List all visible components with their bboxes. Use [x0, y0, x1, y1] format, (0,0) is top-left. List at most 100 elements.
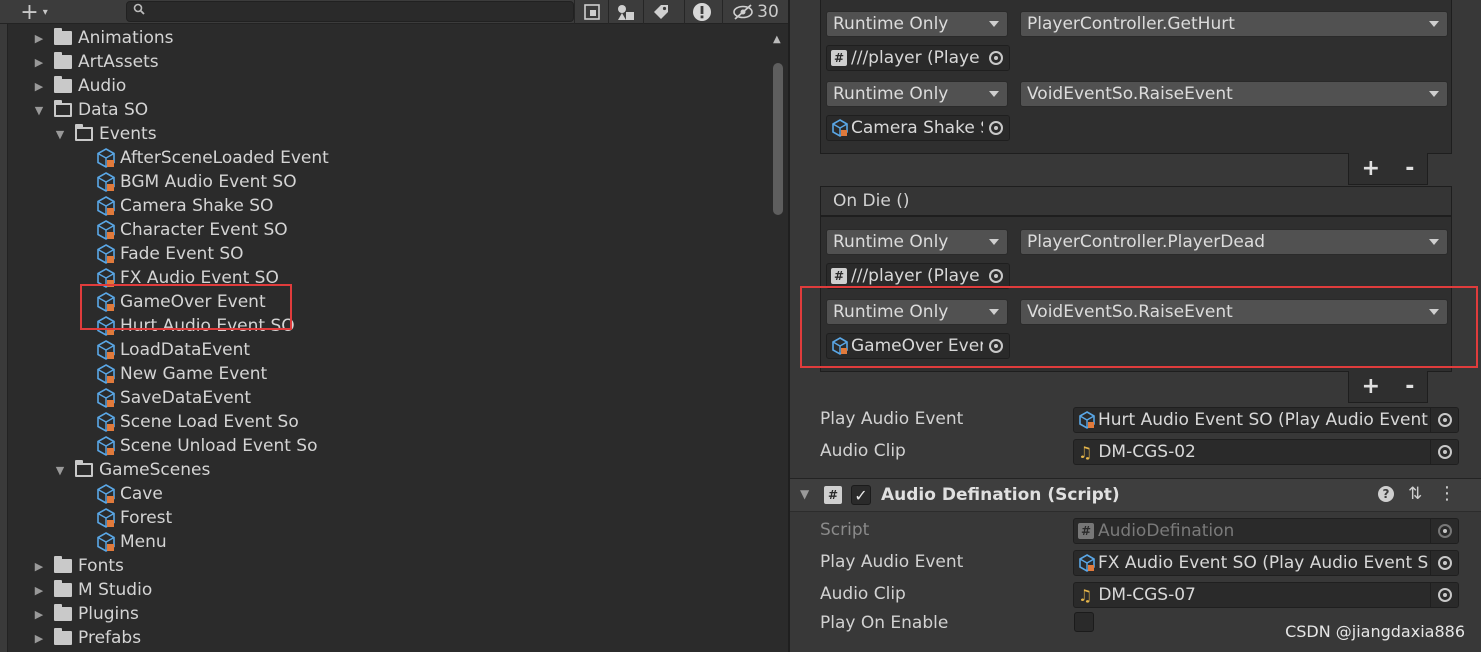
tree-asset[interactable]: Scene Unload Event So	[96, 434, 317, 458]
scroll-thumb[interactable]	[773, 63, 783, 215]
tree-folder[interactable]: ▼ Data SO	[32, 98, 148, 122]
label-tag-icon[interactable]	[643, 0, 677, 24]
tree-asset[interactable]: Scene Load Event So	[96, 410, 299, 434]
listener-mode-label: Runtime Only	[833, 84, 949, 104]
expand-arrow-closed-icon[interactable]: ▶	[32, 583, 46, 597]
play-audio-event-field[interactable]: FX Audio Event SO (Play Audio Event S	[1073, 550, 1459, 576]
expand-arrow-closed-icon[interactable]: ▶	[32, 31, 46, 45]
folder-icon	[54, 556, 72, 573]
listener-target-field[interactable]: Camera Shake S	[826, 115, 1010, 141]
expand-arrow-closed-icon[interactable]: ▶	[32, 559, 46, 573]
expand-arrow-closed-icon[interactable]: ▶	[32, 631, 46, 645]
object-picker-icon[interactable]	[983, 264, 1009, 288]
hidden-packages-toggle[interactable]: 30	[722, 0, 788, 24]
play-audio-event-value: FX Audio Event SO (Play Audio Event S	[1098, 553, 1429, 573]
expand-arrow-open-icon[interactable]: ▼	[53, 463, 67, 477]
audio-clip-field[interactable]: ♫ DM-CGS-07	[1073, 582, 1459, 608]
scriptable-object-icon	[96, 436, 120, 456]
warning-icon[interactable]	[684, 0, 718, 24]
tree-folder[interactable]: ▶ Fonts	[32, 554, 124, 578]
scroll-up-icon[interactable]: ▲	[773, 34, 781, 45]
scene-view-icon[interactable]	[608, 0, 642, 24]
object-picker-icon[interactable]	[983, 46, 1009, 70]
add-listener-button[interactable]: +	[1362, 374, 1380, 399]
listener-target-label: ///player (Playe	[851, 48, 980, 68]
listener-mode-dropdown[interactable]: Runtime Only	[826, 229, 1008, 255]
tree-asset[interactable]: Character Event SO	[96, 218, 288, 242]
expand-arrow-open-icon[interactable]: ▼	[53, 127, 67, 141]
folder-open-icon	[75, 124, 93, 141]
tree-asset[interactable]: Fade Event SO	[96, 242, 244, 266]
expand-arrow-open-icon[interactable]: ▼	[32, 103, 46, 117]
tree-asset[interactable]: New Game Event	[96, 362, 267, 386]
scriptable-object-icon	[1079, 411, 1095, 429]
tree-folder[interactable]: ▶ ArtAssets	[32, 50, 159, 74]
tree-item-label: Menu	[120, 532, 167, 552]
check-icon: ✓	[854, 485, 868, 505]
tree-asset[interactable]: Cave	[96, 482, 163, 506]
chevron-down-icon	[989, 21, 999, 27]
tree-item-label: Audio	[78, 76, 127, 96]
more-menu-icon[interactable]: ⋮	[1438, 483, 1456, 504]
tree-item-label: Animations	[78, 28, 174, 48]
search-by-type-icon[interactable]	[574, 0, 608, 24]
folder-icon	[54, 628, 72, 645]
chevron-down-icon	[989, 239, 999, 245]
scriptable-object-icon	[96, 244, 120, 264]
tree-asset[interactable]: SaveDataEvent	[96, 386, 251, 410]
play-on-enable-checkbox[interactable]	[1074, 612, 1094, 632]
tree-item-label: ArtAssets	[78, 52, 159, 72]
object-picker-icon[interactable]	[1430, 551, 1458, 575]
play-audio-event-field[interactable]: Hurt Audio Event SO (Play Audio Event	[1073, 407, 1459, 433]
expand-arrow-closed-icon[interactable]: ▶	[32, 55, 46, 69]
tree-asset[interactable]: LoadDataEvent	[96, 338, 250, 362]
tree-asset[interactable]: Camera Shake SO	[96, 194, 273, 218]
object-picker-icon[interactable]	[983, 116, 1009, 140]
folder-icon	[54, 52, 72, 69]
tree-asset[interactable]: BGM Audio Event SO	[96, 170, 297, 194]
tree-folder[interactable]: ▶ Animations	[32, 26, 174, 50]
tree-asset[interactable]: AfterSceneLoaded Event	[96, 146, 329, 170]
listener-function-dropdown[interactable]: PlayerController.GetHurt	[1020, 11, 1448, 37]
folder-open-icon	[75, 460, 93, 477]
object-picker-icon[interactable]	[1430, 440, 1458, 464]
play-audio-event-label: Play Audio Event	[820, 552, 964, 572]
create-asset-button[interactable]: + ▾	[10, 0, 58, 25]
remove-listener-button[interactable]: -	[1405, 374, 1414, 399]
play-audio-event-label: Play Audio Event	[820, 409, 964, 429]
tree-folder[interactable]: ▶ Prefabs	[32, 626, 141, 650]
expand-arrow-closed-icon[interactable]: ▶	[32, 79, 46, 93]
on-hurt-add-remove: + -	[1348, 153, 1428, 185]
audio-clip-icon: ♫	[1078, 442, 1093, 462]
preset-settings-icon[interactable]: ⇅	[1408, 484, 1422, 504]
tree-folder[interactable]: ▶ Plugins	[32, 602, 139, 626]
tree-folder[interactable]: ▼ GameScenes	[53, 458, 210, 482]
listener-function-dropdown[interactable]: PlayerController.PlayerDead	[1020, 229, 1448, 255]
scriptable-object-icon	[832, 119, 848, 137]
expand-arrow-closed-icon[interactable]: ▶	[32, 607, 46, 621]
tree-asset[interactable]: Menu	[96, 530, 167, 554]
on-die-event-header: On Die ()	[820, 186, 1452, 216]
listener-mode-dropdown[interactable]: Runtime Only	[826, 11, 1008, 37]
scriptable-object-icon	[96, 172, 120, 192]
remove-listener-button[interactable]: -	[1405, 156, 1414, 181]
on-die-add-remove: + -	[1348, 371, 1428, 403]
add-listener-button[interactable]: +	[1362, 156, 1380, 181]
component-enabled-checkbox[interactable]: ✓	[851, 485, 871, 505]
tree-folder[interactable]: ▼ Events	[53, 122, 157, 146]
audio-clip-field[interactable]: ♫ DM-CGS-02	[1073, 439, 1459, 465]
help-icon[interactable]: ?	[1378, 486, 1394, 502]
listener-mode-dropdown[interactable]: Runtime Only	[826, 81, 1008, 107]
tree-asset[interactable]: Forest	[96, 506, 172, 530]
tree-folder[interactable]: ▶ M Studio	[32, 578, 152, 602]
listener-target-field[interactable]: # ///player (Playe	[826, 45, 1010, 71]
object-picker-icon[interactable]	[1430, 583, 1458, 607]
collapse-arrow-icon[interactable]: ▼	[800, 487, 809, 501]
listener-target-label: ///player (Playe	[851, 266, 980, 286]
tree-scrollbar[interactable]: ▲	[770, 26, 786, 652]
object-picker-icon[interactable]	[1430, 408, 1458, 432]
listener-function-dropdown[interactable]: VoidEventSo.RaiseEvent	[1020, 81, 1448, 107]
component-header[interactable]: ▼ # ✓ Audio Defination (Script) ? ⇅ ⋮	[790, 478, 1481, 512]
search-input[interactable]	[126, 1, 574, 22]
tree-folder[interactable]: ▶ Audio	[32, 74, 126, 98]
